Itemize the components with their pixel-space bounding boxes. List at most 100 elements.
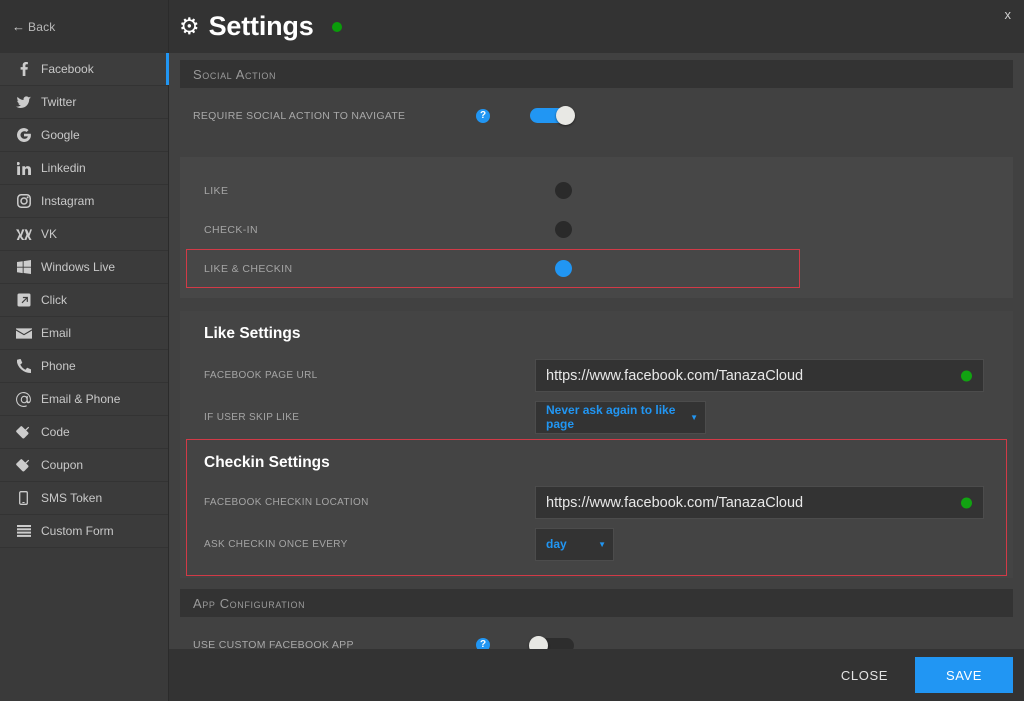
sidebar-item-label: VK: [41, 228, 57, 240]
sidebar-item-email-and-phone[interactable]: Email & Phone: [0, 383, 168, 416]
close-button[interactable]: CLOSE: [841, 668, 888, 683]
sidebar-item-label: Google: [41, 129, 80, 141]
ask-checkin-once-every-value: day: [546, 537, 567, 551]
if-user-skip-like-label: If user skip like: [204, 412, 535, 423]
option-label: CHECK-IN: [204, 224, 258, 236]
sidebar-item-linkedin[interactable]: Linkedin: [0, 152, 168, 185]
back-label: Back: [28, 20, 55, 34]
if-user-skip-like-value: Never ask again to like page: [546, 403, 682, 431]
sidebar-item-windows-live[interactable]: Windows Live: [0, 251, 168, 284]
row-use-custom-facebook-app: Use custom facebook app ?: [169, 617, 1024, 649]
row-if-user-skip-like: If user skip like Never ask again to lik…: [180, 395, 1013, 439]
radio-indicator[interactable]: [555, 221, 572, 238]
row-require-social-action: Require social action to navigate ?: [169, 88, 1024, 143]
facebook-page-url-label: Facebook page url: [204, 370, 535, 381]
status-badge: [332, 22, 342, 32]
sidebar-item-label: SMS Token: [41, 492, 102, 504]
sidebar-item-label: Email & Phone: [41, 393, 120, 405]
dialog-titlebar: ⚙ Settings x: [169, 0, 1024, 53]
option-label: LIKE: [204, 185, 228, 197]
sidebar-item-custom-form[interactable]: Custom Form: [0, 515, 168, 548]
use-custom-facebook-app-label: Use custom facebook app: [193, 639, 476, 649]
sidebar: ← Back Facebook Twitter Google Lin: [0, 0, 169, 701]
dialog-footer: CLOSE SAVE: [169, 649, 1024, 701]
ask-checkin-once-every-select[interactable]: day ▼: [535, 528, 614, 561]
sidebar-item-sms-token[interactable]: SMS Token: [0, 482, 168, 515]
arrow-left-icon: ←: [12, 20, 25, 33]
toggle-knob: [529, 636, 548, 650]
radio-indicator-selected[interactable]: [555, 260, 572, 277]
if-user-skip-like-select[interactable]: Never ask again to like page ▼: [535, 401, 706, 434]
sidebar-item-facebook[interactable]: Facebook: [0, 53, 168, 86]
instagram-icon: [13, 194, 34, 208]
sidebar-item-label: Email: [41, 327, 71, 339]
option-like[interactable]: LIKE: [180, 171, 1013, 210]
page-title: Settings: [209, 11, 314, 42]
facebook-page-url-value: https://www.facebook.com/TanazaCloud: [546, 368, 803, 384]
use-custom-facebook-app-toggle[interactable]: [530, 638, 574, 650]
at-sign-icon: [13, 392, 34, 407]
sidebar-item-label: Linkedin: [41, 162, 86, 174]
sidebar-item-google[interactable]: Google: [0, 119, 168, 152]
checkin-settings-title: Checkin Settings: [180, 443, 1013, 472]
section-header-label: Social Action: [193, 67, 276, 82]
sidebar-item-twitter[interactable]: Twitter: [0, 86, 168, 119]
click-icon: [13, 293, 34, 307]
section-header-social-action: Social Action: [180, 60, 1013, 88]
sidebar-item-label: Phone: [41, 360, 76, 372]
twitter-icon: [13, 96, 34, 109]
row-facebook-checkin-location: Facebook checkin location https://www.fa…: [180, 483, 1013, 522]
coupon-icon: [13, 459, 34, 472]
sidebar-item-vk[interactable]: VK: [0, 218, 168, 251]
back-button[interactable]: ← Back: [0, 0, 168, 53]
sidebar-item-code[interactable]: Code: [0, 416, 168, 449]
list-icon: [13, 525, 34, 537]
save-button[interactable]: SAVE: [915, 657, 1013, 693]
ask-checkin-once-every-label: Ask checkin once every: [204, 539, 535, 550]
chevron-down-icon: ▼: [690, 413, 698, 422]
location-valid-indicator: [961, 497, 972, 508]
windows-icon: [13, 260, 34, 274]
sidebar-item-coupon[interactable]: Coupon: [0, 449, 168, 482]
section-header-label: App Configuration: [193, 596, 305, 611]
tag-icon: [13, 426, 34, 439]
question-mark-icon[interactable]: ?: [476, 638, 490, 649]
facebook-icon: [13, 62, 34, 76]
row-ask-checkin-once-every: Ask checkin once every day ▼: [180, 522, 1013, 566]
section-header-app-configuration: App Configuration: [180, 589, 1013, 617]
facebook-checkin-location-input[interactable]: https://www.facebook.com/TanazaCloud: [535, 486, 984, 519]
facebook-page-url-input[interactable]: https://www.facebook.com/TanazaCloud: [535, 359, 984, 392]
settings-scroll-area[interactable]: Social Action Require social action to n…: [169, 53, 1024, 649]
envelope-icon: [13, 328, 34, 339]
sidebar-item-label: Twitter: [41, 96, 76, 108]
option-label: LIKE & CHECKIN: [204, 263, 292, 275]
sidebar-item-label: Custom Form: [41, 525, 114, 537]
sidebar-item-instagram[interactable]: Instagram: [0, 185, 168, 218]
settings-dialog: ← Back Facebook Twitter Google Lin: [0, 0, 1024, 701]
sidebar-item-label: Coupon: [41, 459, 83, 471]
sidebar-item-label: Click: [41, 294, 67, 306]
require-social-action-toggle[interactable]: [530, 108, 574, 123]
phone-icon: [13, 359, 34, 373]
url-valid-indicator: [961, 370, 972, 381]
checkin-settings-block: Checkin Settings Facebook checkin locati…: [180, 439, 1013, 578]
sidebar-item-label: Instagram: [41, 195, 94, 207]
main-panel: ⚙ Settings x Social Action Require socia…: [169, 0, 1024, 701]
require-social-action-label: Require social action to navigate: [193, 110, 476, 122]
sidebar-item-click[interactable]: Click: [0, 284, 168, 317]
linkedin-icon: [13, 162, 34, 175]
option-like-and-checkin[interactable]: LIKE & CHECKIN: [180, 249, 1013, 288]
radio-indicator[interactable]: [555, 182, 572, 199]
vk-icon: [13, 229, 34, 240]
close-icon[interactable]: x: [1000, 6, 1017, 23]
facebook-checkin-location-value: https://www.facebook.com/TanazaCloud: [546, 495, 803, 511]
sidebar-item-email[interactable]: Email: [0, 317, 168, 350]
sidebar-item-phone[interactable]: Phone: [0, 350, 168, 383]
sidebar-item-label: Code: [41, 426, 70, 438]
question-mark-icon[interactable]: ?: [476, 109, 490, 123]
chevron-down-icon: ▼: [598, 540, 606, 549]
google-icon: [13, 128, 34, 142]
option-check-in[interactable]: CHECK-IN: [180, 210, 1013, 249]
toggle-knob: [556, 106, 575, 125]
facebook-checkin-location-label: Facebook checkin location: [204, 497, 535, 508]
